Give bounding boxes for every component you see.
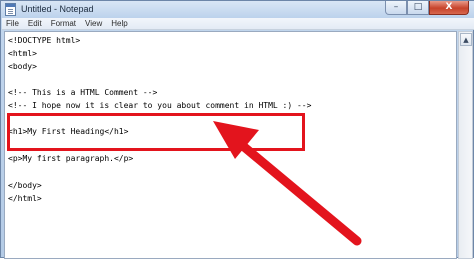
annotation-arrow-shaft	[232, 136, 362, 246]
annotation-arrow-icon	[213, 121, 362, 246]
notepad-window: Untitled - Notepad – □ X File Edit Forma…	[0, 0, 474, 259]
